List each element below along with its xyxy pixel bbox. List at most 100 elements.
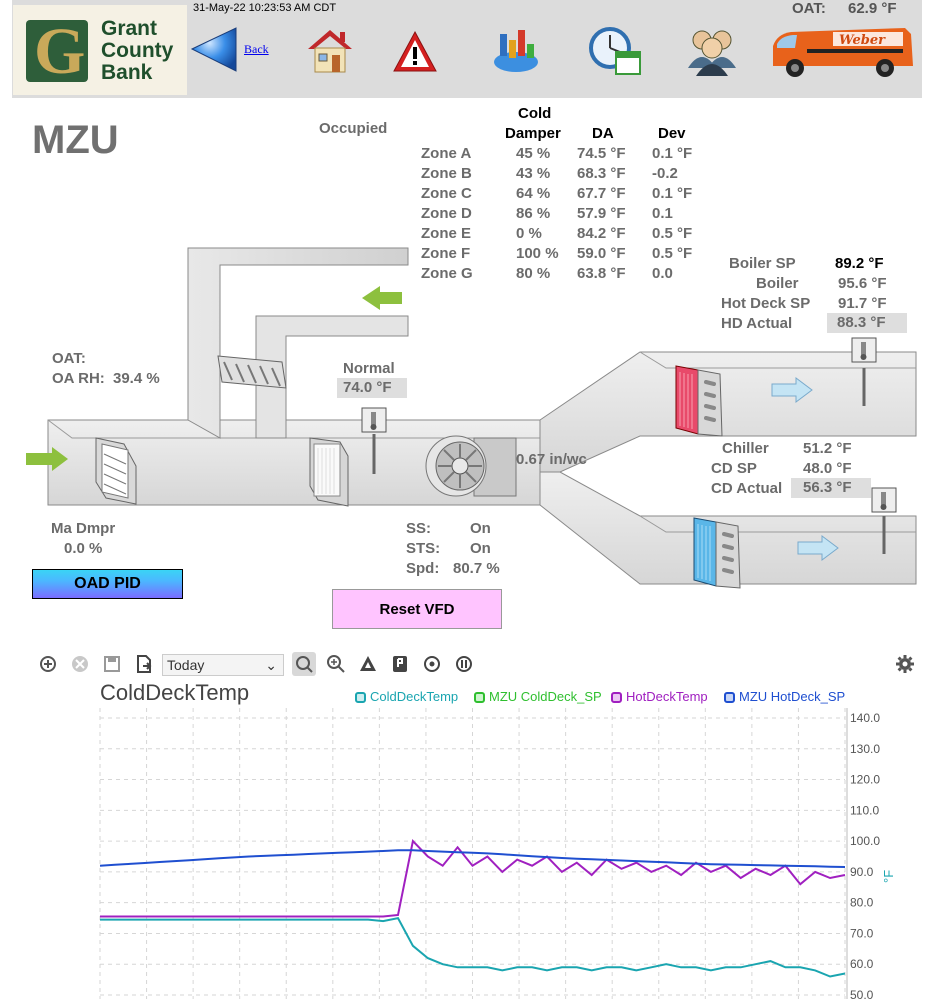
zone-dev-cell: 0.5 °F: [652, 245, 693, 262]
users-icon[interactable]: [686, 26, 738, 78]
zone-da-cell: 67.7 °F: [577, 185, 626, 202]
cd-actual-value: 56.3 °F: [791, 478, 871, 498]
reports-chart-icon[interactable]: [490, 26, 542, 76]
y-tick-label: 90.0: [850, 865, 874, 879]
back-link[interactable]: Back: [244, 42, 269, 57]
home-icon[interactable]: [304, 27, 356, 75]
triangle-icon[interactable]: [358, 654, 378, 674]
y-tick-label: 140.0: [850, 711, 880, 725]
oat-label: OAT:: [52, 350, 86, 367]
zone-dev-cell: 0.0: [652, 265, 673, 282]
col-header-cold: Cold: [518, 105, 552, 122]
zone-da-cell: 74.5 °F: [577, 145, 626, 162]
cooling-coil: [693, 517, 741, 589]
y-tick-label: 60.0: [850, 957, 874, 971]
header-oat-label: OAT:: [792, 0, 826, 17]
pause-icon[interactable]: [454, 654, 474, 674]
col-header-dev: Dev: [658, 125, 686, 142]
y-tick-label: 120.0: [850, 773, 880, 787]
sts-label: STS:: [406, 540, 441, 557]
clear-icon[interactable]: [70, 654, 90, 674]
zone-zone-cell[interactable]: Zone A: [421, 145, 471, 162]
static-pressure: 0.67 in/wc: [516, 451, 587, 468]
boiler-label: Boiler: [756, 275, 799, 292]
page-title: MZU: [32, 118, 119, 162]
zone-zone-cell[interactable]: Zone D: [421, 205, 472, 222]
zone-damper-cell: 80 %: [516, 265, 551, 282]
zone-zone-cell[interactable]: Zone F: [421, 245, 470, 262]
y-tick-label: 70.0: [850, 926, 874, 940]
zone-damper-cell: 86 %: [516, 205, 551, 222]
bookmark-icon[interactable]: [390, 654, 410, 674]
hd-actual-value: 88.3 °F: [827, 313, 907, 333]
zone-damper-cell: 45 %: [516, 145, 551, 162]
settings-gear-icon[interactable]: [895, 654, 915, 674]
zoom-in-icon[interactable]: [38, 654, 58, 674]
zone-dev-cell: -0.2: [652, 165, 678, 182]
chiller-value: 51.2 °F: [803, 440, 852, 457]
oa-rh-label: OA RH:: [52, 370, 105, 387]
boiler-value: 95.6 °F: [838, 275, 887, 292]
oa-rh-value: 39.4 %: [113, 370, 160, 387]
hot-deck-sp-value[interactable]: 91.7 °F: [838, 295, 887, 312]
reset-vfd-button[interactable]: Reset VFD: [332, 589, 502, 629]
zone-dev-cell: 0.5 °F: [652, 225, 693, 242]
zone-damper-cell: 100 %: [516, 245, 559, 262]
bank-logo-mark: G: [26, 15, 88, 88]
mode-temp-value[interactable]: 74.0 °F: [337, 378, 407, 398]
hot-deck-sp-label: Hot Deck SP: [721, 295, 811, 312]
boiler-sp-label: Boiler SP: [729, 255, 796, 272]
export-icon[interactable]: [134, 654, 154, 674]
sts-value: On: [470, 540, 491, 557]
y-tick-label: 110.0: [850, 803, 879, 817]
bank-logo[interactable]: G Grant County Bank: [13, 5, 187, 95]
spd-value: 80.7 %: [453, 560, 500, 577]
chevron-down-icon: ⌄: [265, 657, 277, 673]
y-tick-label: 50.0: [850, 988, 874, 999]
bank-name: Grant County Bank: [101, 17, 174, 84]
zone-zone-cell[interactable]: Zone C: [421, 185, 472, 202]
van-brand: Weber: [839, 33, 886, 48]
supply-fan-icon: [425, 435, 517, 497]
zone-da-cell: 84.2 °F: [577, 225, 626, 242]
magnify-icon[interactable]: [326, 654, 346, 674]
oad-pid-button[interactable]: OAD PID: [32, 569, 183, 599]
zone-da-cell: 59.0 °F: [577, 245, 626, 262]
spd-label: Spd:: [406, 560, 440, 577]
ss-label: SS:: [406, 520, 432, 537]
occupancy-status: Occupied: [319, 120, 388, 137]
zone-zone-cell[interactable]: Zone E: [421, 225, 471, 242]
zone-dev-cell: 0.1: [652, 205, 673, 222]
target-icon[interactable]: [422, 654, 442, 674]
alarm-warning-icon[interactable]: [392, 30, 438, 74]
zone-da-cell: 68.3 °F: [577, 165, 626, 182]
zone-damper-cell: 43 %: [516, 165, 551, 182]
boiler-sp-value[interactable]: 89.2 °F: [835, 255, 884, 272]
zoom-reset-icon[interactable]: [292, 652, 316, 676]
mode-status: Normal: [343, 360, 395, 377]
ma-dmpr-value: 0.0 %: [64, 540, 103, 557]
zone-zone-cell[interactable]: Zone B: [421, 165, 472, 182]
back-arrow-icon[interactable]: [190, 26, 242, 74]
cd-sp-value[interactable]: 48.0 °F: [803, 460, 852, 477]
zone-zone-cell[interactable]: Zone G: [421, 265, 473, 282]
col-header-damper: Damper: [505, 125, 561, 142]
col-header-da: DA: [592, 125, 614, 142]
zone-dev-cell: 0.1 °F: [652, 185, 693, 202]
header-oat-value: 62.9 °F: [848, 0, 897, 17]
ss-value: On: [470, 520, 491, 537]
zone-da-cell: 63.8 °F: [577, 265, 626, 282]
cd-actual-label: CD Actual: [711, 480, 783, 497]
heating-coil: [675, 365, 723, 437]
zone-damper-cell: 64 %: [516, 185, 551, 202]
service-van-logo[interactable]: Weber: [767, 20, 915, 82]
hd-actual-label: HD Actual: [721, 315, 793, 332]
schedule-clock-icon[interactable]: [588, 26, 642, 78]
zone-dev-cell: 0.1 °F: [652, 145, 693, 162]
save-icon[interactable]: [102, 654, 122, 674]
range-select[interactable]: Today ⌄: [162, 654, 284, 676]
cd-sp-label: CD SP: [711, 460, 757, 477]
zone-da-cell: 57.9 °F: [577, 205, 626, 222]
zone-damper-cell: 0 %: [516, 225, 542, 242]
trend-chart[interactable]: 140.0 130.0 120.0 110.0 100.0 90.0 80.0 70.0 60.…: [0, 700, 952, 999]
